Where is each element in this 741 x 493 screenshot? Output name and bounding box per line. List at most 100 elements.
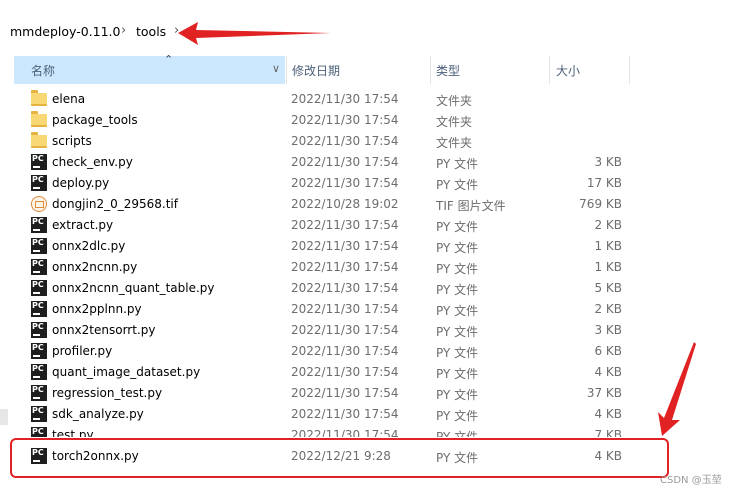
- file-date: 2022/11/30 17:54: [291, 302, 399, 316]
- scrollbar-edge[interactable]: [0, 409, 8, 425]
- file-name: deploy.py: [52, 176, 110, 190]
- address-bar[interactable]: mmdeploy-0.11.0 › tools ›: [0, 14, 741, 50]
- file-type: PY 文件: [436, 157, 479, 171]
- file-date: 2022/11/30 17:54: [291, 176, 399, 190]
- file-row[interactable]: onnx2ncnn_quant_table.py 2022/11/30 17:5…: [0, 278, 741, 299]
- file-date: 2022/11/30 17:54: [291, 428, 399, 437]
- pycharm-file-icon: [31, 280, 47, 296]
- file-type: PY 文件: [436, 388, 479, 402]
- file-name: check_env.py: [52, 155, 133, 169]
- file-type: PY 文件: [436, 178, 479, 192]
- file-row[interactable]: regression_test.py 2022/11/30 17:54 PY 文…: [0, 383, 741, 404]
- file-name: onnx2pplnn.py: [52, 302, 142, 316]
- column-header-date[interactable]: 修改日期: [292, 62, 340, 79]
- column-header-type[interactable]: 类型: [436, 62, 460, 79]
- pycharm-file-icon: [31, 406, 47, 422]
- file-type: 文件夹: [436, 94, 473, 108]
- sort-up-icon: ⌃: [164, 53, 174, 66]
- file-row[interactable]: check_env.py 2022/11/30 17:54 PY 文件 3 KB: [0, 152, 741, 173]
- pycharm-file-icon: [31, 217, 47, 233]
- file-date: 2022/11/30 17:54: [291, 134, 399, 148]
- file-size: 17 KB: [586, 176, 622, 190]
- pycharm-file-icon: [31, 175, 47, 191]
- file-type: PY 文件: [436, 262, 479, 276]
- column-divider[interactable]: [629, 56, 630, 84]
- file-date: 2022/11/30 17:54: [291, 113, 399, 127]
- watermark: CSDN @玉堃: [660, 475, 722, 486]
- chevron-down-icon[interactable]: ∨: [272, 62, 280, 75]
- folder-icon: [31, 111, 47, 127]
- column-header-name[interactable]: ⌃ 名称: [14, 53, 285, 84]
- file-date: 2022/11/30 17:54: [291, 281, 399, 295]
- file-date: 2022/10/28 19:02: [291, 197, 399, 211]
- file-name: profiler.py: [52, 344, 113, 358]
- column-name-label: 名称: [31, 64, 56, 78]
- file-size: 3 KB: [594, 155, 622, 169]
- file-row[interactable]: profiler.py 2022/11/30 17:54 PY 文件 6 KB: [0, 341, 741, 362]
- column-divider[interactable]: [549, 56, 550, 84]
- file-size: 37 KB: [586, 386, 622, 400]
- chevron-right-icon[interactable]: ›: [121, 23, 126, 38]
- file-type: TIF 图片文件: [436, 199, 506, 213]
- file-name: sdk_analyze.py: [52, 407, 144, 421]
- pycharm-file-icon: [31, 385, 47, 401]
- file-row[interactable]: dongjin2_0_29568.tif 2022/10/28 19:02 TI…: [0, 194, 741, 215]
- file-size: 4 KB: [594, 407, 622, 421]
- folder-icon: [31, 132, 47, 148]
- file-row[interactable]: deploy.py 2022/11/30 17:54 PY 文件 17 KB: [0, 173, 741, 194]
- file-row[interactable]: extract.py 2022/11/30 17:54 PY 文件 2 KB: [0, 215, 741, 236]
- file-size: 1 KB: [594, 260, 622, 274]
- file-size: 1 KB: [594, 239, 622, 253]
- annotation-highlight-box: [10, 438, 669, 478]
- file-size: 769 KB: [579, 197, 622, 211]
- column-divider[interactable]: [430, 56, 431, 84]
- file-row[interactable]: onnx2tensorrt.py 2022/11/30 17:54 PY 文件 …: [0, 320, 741, 341]
- file-size: 3 KB: [594, 323, 622, 337]
- annotation-arrow-down-icon: [658, 342, 696, 436]
- file-type: 文件夹: [436, 115, 473, 129]
- column-header-size[interactable]: 大小: [556, 62, 580, 79]
- pycharm-file-icon: [31, 364, 47, 380]
- file-row[interactable]: scripts 2022/11/30 17:54 文件夹: [0, 131, 741, 152]
- file-date: 2022/11/30 17:54: [291, 323, 399, 337]
- column-divider[interactable]: [286, 56, 287, 84]
- file-date: 2022/11/30 17:54: [291, 260, 399, 274]
- file-type: PY 文件: [436, 241, 479, 255]
- annotation-arrow-left-icon: [178, 22, 331, 45]
- file-type: PY 文件: [436, 367, 479, 381]
- folder-icon: [31, 90, 47, 106]
- file-type: PY 文件: [436, 220, 479, 234]
- file-name: quant_image_dataset.py: [52, 365, 201, 379]
- file-type: PY 文件: [436, 304, 479, 318]
- breadcrumb-current[interactable]: tools: [136, 24, 166, 39]
- file-date: 2022/11/30 17:54: [291, 92, 399, 106]
- file-size: 2 KB: [594, 218, 622, 232]
- file-row[interactable]: onnx2ncnn.py 2022/11/30 17:54 PY 文件 1 KB: [0, 257, 741, 278]
- file-size: 6 KB: [594, 344, 622, 358]
- file-row[interactable]: package_tools 2022/11/30 17:54 文件夹: [0, 110, 741, 131]
- file-name: test.py: [52, 428, 94, 437]
- file-row[interactable]: onnx2pplnn.py 2022/11/30 17:54 PY 文件 2 K…: [0, 299, 741, 320]
- file-size: 7 KB: [594, 428, 622, 437]
- pycharm-file-icon: [31, 259, 47, 275]
- file-row[interactable]: onnx2dlc.py 2022/11/30 17:54 PY 文件 1 KB: [0, 236, 741, 257]
- file-date: 2022/11/30 17:54: [291, 344, 399, 358]
- file-name: elena: [52, 92, 86, 106]
- file-row[interactable]: test.py 2022/11/30 17:54 PY 文件 7 KB: [0, 425, 741, 437]
- column-header-row: ⌃ 名称 ∨ 修改日期 类型 大小: [0, 53, 741, 84]
- file-type: PY 文件: [436, 409, 479, 423]
- file-size: 2 KB: [594, 302, 622, 316]
- file-name: onnx2ncnn_quant_table.py: [52, 281, 215, 295]
- pycharm-file-icon: [31, 322, 47, 338]
- breadcrumb-root[interactable]: mmdeploy-0.11.0: [10, 24, 120, 39]
- file-row[interactable]: quant_image_dataset.py 2022/11/30 17:54 …: [0, 362, 741, 383]
- file-date: 2022/11/30 17:54: [291, 386, 399, 400]
- file-size: 5 KB: [594, 281, 622, 295]
- file-row[interactable]: sdk_analyze.py 2022/11/30 17:54 PY 文件 4 …: [0, 404, 741, 425]
- file-type: PY 文件: [436, 430, 479, 437]
- file-row[interactable]: elena 2022/11/30 17:54 文件夹: [0, 89, 741, 110]
- file-date: 2022/11/30 17:54: [291, 155, 399, 169]
- file-type: PY 文件: [436, 325, 479, 339]
- file-type: 文件夹: [436, 136, 473, 150]
- file-date: 2022/11/30 17:54: [291, 365, 399, 379]
